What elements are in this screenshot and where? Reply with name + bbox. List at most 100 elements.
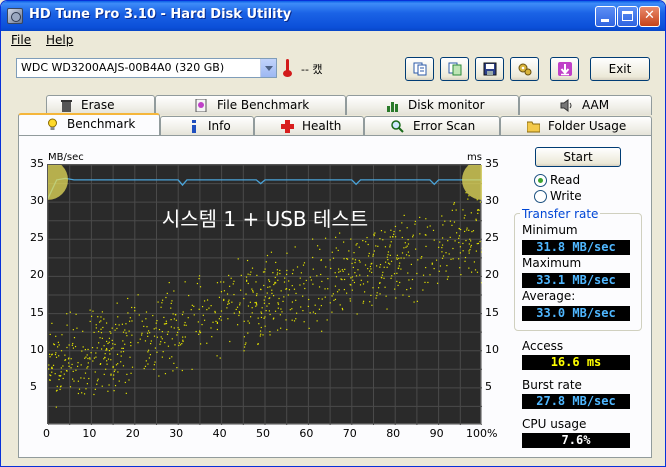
- maximize-button[interactable]: [617, 6, 638, 27]
- access-point: [331, 295, 333, 297]
- access-point: [367, 281, 369, 283]
- access-point: [112, 366, 114, 369]
- access-point: [369, 270, 371, 272]
- copy-screenshot-button[interactable]: [440, 57, 469, 81]
- access-point: [308, 298, 310, 301]
- access-point: [103, 358, 105, 360]
- access-point: [182, 340, 184, 343]
- access-point: [113, 374, 115, 376]
- access-point: [387, 254, 389, 256]
- access-point: [125, 332, 127, 334]
- access-point: [469, 238, 471, 240]
- access-point: [223, 299, 225, 302]
- access-point: [153, 364, 155, 366]
- access-point: [372, 287, 374, 289]
- right-y-tick: 25: [485, 231, 499, 245]
- close-icon: ✕: [644, 8, 655, 23]
- access-point: [296, 312, 298, 314]
- tab-info[interactable]: Info: [160, 116, 254, 136]
- access-point: [154, 361, 156, 363]
- transfer-rate-title: Transfer rate: [520, 207, 601, 221]
- tab-file-benchmark[interactable]: File Benchmark: [155, 95, 346, 115]
- access-point: [335, 247, 337, 249]
- app-window: HD Tune Pro 3.10 - Hard Disk Utility ✕ F…: [0, 0, 666, 467]
- menu-help[interactable]: Help: [46, 33, 73, 47]
- access-point: [310, 279, 312, 281]
- access-point: [255, 294, 258, 297]
- access-point: [296, 266, 299, 268]
- access-point: [263, 317, 265, 319]
- access-point: [449, 236, 451, 238]
- access-point: [122, 331, 125, 333]
- access-point: [399, 281, 401, 284]
- tab-erase[interactable]: Erase: [46, 95, 155, 115]
- tab-aam[interactable]: AAM: [519, 95, 652, 115]
- access-point: [439, 265, 442, 267]
- read-label[interactable]: Read: [550, 173, 580, 187]
- access-point: [97, 330, 100, 333]
- access-point: [147, 330, 150, 332]
- access-point: [390, 260, 393, 262]
- close-button[interactable]: ✕: [639, 6, 660, 27]
- access-point: [408, 279, 410, 281]
- access-point: [467, 198, 469, 200]
- access-point: [292, 269, 294, 271]
- access-point: [216, 355, 218, 357]
- access-point: [214, 312, 216, 314]
- access-point: [269, 286, 271, 288]
- menu-file[interactable]: File: [11, 33, 31, 47]
- access-point: [57, 341, 59, 343]
- access-point: [246, 259, 249, 262]
- access-point: [64, 354, 66, 356]
- drive-select[interactable]: WDC WD3200AAJS-00B4A0 (320 GB): [16, 58, 277, 78]
- access-point: [373, 250, 375, 252]
- minimize-button[interactable]: [595, 6, 616, 27]
- save-button[interactable]: [475, 57, 504, 81]
- access-point: [127, 297, 129, 300]
- access-point: [464, 256, 467, 259]
- access-point: [309, 276, 311, 278]
- access-point: [184, 281, 186, 283]
- tab-health[interactable]: Health: [254, 116, 364, 136]
- start-button[interactable]: Start: [535, 147, 621, 167]
- tab-error-scan[interactable]: Error Scan: [364, 116, 500, 136]
- access-point: [239, 304, 241, 306]
- access-point: [100, 316, 102, 318]
- access-point: [268, 279, 270, 281]
- access-point: [389, 246, 391, 248]
- access-point: [383, 277, 385, 279]
- access-point: [228, 302, 230, 304]
- access-point: [54, 353, 57, 356]
- exit-button[interactable]: Exit: [590, 57, 650, 81]
- access-point: [64, 359, 67, 361]
- title-bar[interactable]: HD Tune Pro 3.10 - Hard Disk Utility ✕: [1, 1, 665, 31]
- access-point: [458, 258, 460, 260]
- access-point: [468, 243, 470, 245]
- access-point: [294, 246, 296, 248]
- read-radio[interactable]: [534, 174, 547, 187]
- access-point: [131, 306, 133, 309]
- access-point: [101, 311, 103, 313]
- write-label[interactable]: Write: [550, 189, 582, 203]
- options-button[interactable]: [510, 57, 539, 81]
- write-radio[interactable]: [534, 190, 547, 203]
- access-point: [153, 368, 155, 370]
- access-point: [427, 281, 429, 284]
- temperature-readout: -- 캤: [301, 63, 323, 76]
- download-button[interactable]: [550, 57, 579, 81]
- access-point: [171, 300, 173, 302]
- access-point: [400, 257, 402, 259]
- chevron-down-icon[interactable]: [260, 59, 276, 77]
- tab-folder-usage[interactable]: Folder Usage: [500, 116, 652, 136]
- access-point: [87, 357, 89, 360]
- copy-text-button[interactable]: [405, 57, 434, 81]
- tab-benchmark[interactable]: Benchmark: [18, 113, 160, 135]
- access-point: [303, 262, 306, 264]
- access-point: [269, 334, 271, 336]
- access-point: [51, 367, 53, 370]
- access-point: [320, 273, 322, 276]
- tab-disk-monitor[interactable]: Disk monitor: [346, 95, 519, 115]
- download-icon: [558, 62, 572, 76]
- x-tick: 20: [125, 427, 140, 440]
- copy-screenshot-icon: [448, 62, 462, 76]
